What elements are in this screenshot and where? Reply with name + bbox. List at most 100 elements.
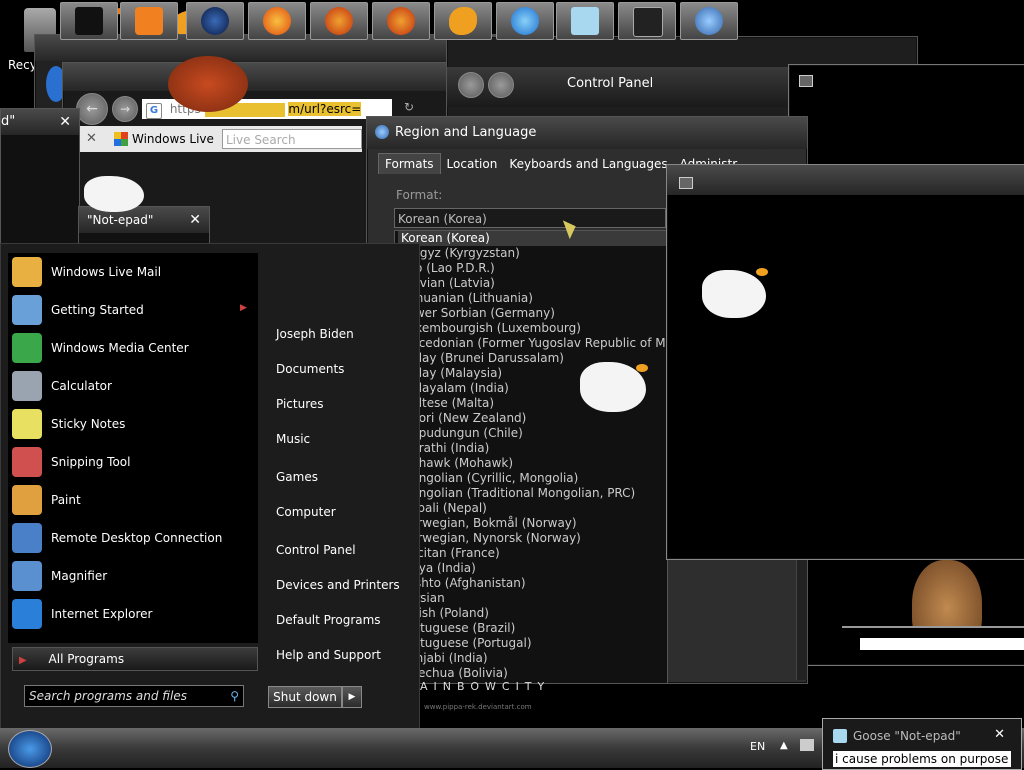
goldfish-icon	[449, 7, 477, 35]
start-program-item[interactable]: Sticky Notes	[8, 405, 258, 443]
goose-sprite	[702, 270, 766, 318]
right-window-front[interactable]	[666, 164, 1024, 560]
format-option[interactable]: Portuguese (Brazil)	[398, 621, 667, 636]
start-right-item[interactable]: Music	[276, 432, 310, 446]
format-option[interactable]: Norwegian, Bokmål (Norway)	[398, 516, 667, 531]
format-option[interactable]: Pashto (Afghanistan)	[398, 576, 667, 591]
start-program-item[interactable]: Internet Explorer	[8, 595, 258, 633]
taskbar-app-p2[interactable]	[372, 2, 430, 40]
taskbar-terminal[interactable]	[60, 2, 118, 40]
start-program-item[interactable]: Remote Desktop Connection	[8, 519, 258, 557]
taskbar-ie[interactable]	[496, 2, 554, 40]
tab-keyboards[interactable]: Keyboards and Languages	[503, 154, 673, 174]
format-option[interactable]: Occitan (France)	[398, 546, 667, 561]
language-indicator[interactable]: EN	[750, 740, 765, 753]
right-front-titlebar[interactable]	[667, 165, 1024, 195]
start-right-item[interactable]: Control Panel	[276, 543, 356, 557]
small-window-1-titlebar[interactable]: d" ✕	[1, 109, 79, 135]
start-right-item[interactable]: Help and Support	[276, 648, 381, 662]
taskbar-globe[interactable]	[186, 2, 244, 40]
format-option[interactable]: Kyrgyz (Kyrgyzstan)	[398, 246, 667, 261]
format-option[interactable]: Norwegian, Nynorsk (Norway)	[398, 531, 667, 546]
format-option[interactable]: Lower Sorbian (Germany)	[398, 306, 667, 321]
start-right-item[interactable]: Games	[276, 470, 318, 484]
region-dialog-title: Region and Language	[395, 125, 537, 140]
region-dialog-titlebar[interactable]: Region and Language	[367, 117, 807, 149]
all-programs-button[interactable]: ▶ All Programs	[12, 647, 258, 671]
format-option[interactable]: Punjabi (India)	[398, 651, 667, 666]
format-option[interactable]: Luxembourgish (Luxembourg)	[398, 321, 667, 336]
start-search-input[interactable]: Search programs and files ⚲	[24, 685, 244, 707]
start-right-item[interactable]: Computer	[276, 505, 336, 519]
format-option[interactable]: Mongolian (Cyrillic, Mongolia)	[398, 471, 667, 486]
goose-notification[interactable]: Goose "Not-epad" ✕ i cause problems on p…	[822, 718, 1022, 770]
refresh-icon[interactable]: ↻	[404, 100, 414, 114]
wallpaper-banner: AINBOWCITY	[420, 680, 551, 693]
tab-formats[interactable]: Formats	[378, 153, 441, 174]
format-option[interactable]: Macedonian (Former Yugoslav Republic of …	[398, 336, 667, 351]
close-icon[interactable]: ✕	[994, 727, 1005, 742]
start-program-item[interactable]: Paint	[8, 481, 258, 519]
notepad-window[interactable]: "Not-epad" ✕	[78, 206, 210, 248]
start-right-item[interactable]: Joseph Biden	[276, 327, 354, 341]
start-program-item[interactable]: Windows Media Center	[8, 329, 258, 367]
close-icon[interactable]: ✕	[59, 109, 71, 135]
taskbar-window[interactable]	[618, 2, 676, 40]
network-icon[interactable]	[800, 739, 814, 751]
format-option[interactable]: Oriya (India)	[398, 561, 667, 576]
getting-started-arrow-icon[interactable]: ▶	[240, 303, 247, 313]
forward-button[interactable]: →	[112, 96, 138, 122]
format-dropdown-list[interactable]: Korean (Korea) Kyrgyz (Kyrgyzstan) Lao (La…	[394, 230, 668, 684]
start-right-item[interactable]: Devices and Printers	[276, 578, 400, 592]
format-option[interactable]: Persian	[398, 591, 667, 606]
close-icon[interactable]: ✕	[189, 207, 201, 233]
format-option[interactable]: Latvian (Latvia)	[398, 276, 667, 291]
tab-location[interactable]: Location	[441, 154, 504, 174]
format-option[interactable]: Marathi (India)	[398, 441, 667, 456]
format-option[interactable]: Korean (Korea)	[398, 231, 667, 246]
start-program-item[interactable]: Calculator	[8, 367, 258, 405]
start-program-item[interactable]: Snipping Tool	[8, 443, 258, 481]
cp-back-button[interactable]	[458, 72, 484, 98]
start-right-item[interactable]: Pictures	[276, 397, 324, 411]
program-label: Calculator	[51, 379, 112, 393]
format-option[interactable]: Malay (Brunei Darussalam)	[398, 351, 667, 366]
taskbar-notepad[interactable]	[556, 2, 614, 40]
format-option[interactable]: Lao (Lao P.D.R.)	[398, 261, 667, 276]
format-option[interactable]: Mongolian (Traditional Mongolian, PRC)	[398, 486, 667, 501]
tab-windows-live[interactable]: Windows Live	[132, 132, 214, 146]
format-option[interactable]: Nepali (Nepal)	[398, 501, 667, 516]
notepad-titlebar[interactable]: "Not-epad" ✕	[79, 207, 209, 233]
start-program-item[interactable]: Windows Live Mail	[8, 253, 258, 291]
format-option[interactable]: Polish (Poland)	[398, 606, 667, 621]
format-combobox[interactable]: Korean (Korea)	[394, 208, 666, 228]
format-option[interactable]: Quechua (Bolivia)	[398, 666, 667, 681]
program-label: Getting Started	[51, 303, 144, 317]
format-option[interactable]: Mohawk (Mohawk)	[398, 456, 667, 471]
taskbar-media-player[interactable]	[120, 2, 178, 40]
cp-forward-button[interactable]	[488, 72, 514, 98]
taskbar-control-panel[interactable]	[680, 2, 738, 40]
url-text: m/url?esrc=	[288, 102, 362, 116]
small-window-1[interactable]: d" ✕	[0, 108, 80, 246]
format-option[interactable]: Lithuanian (Lithuania)	[398, 291, 667, 306]
taskbar-app-p1[interactable]	[310, 2, 368, 40]
format-option[interactable]: Portuguese (Portugal)	[398, 636, 667, 651]
start-right-item[interactable]: Default Programs	[276, 613, 381, 627]
taskbar-firefox[interactable]	[248, 2, 306, 40]
taskbar-goldfish[interactable]	[434, 2, 492, 40]
program-label: Magnifier	[51, 569, 108, 583]
start-right-item[interactable]: Documents	[276, 362, 344, 376]
start-program-item[interactable]: Getting Started	[8, 291, 258, 329]
tray-up-arrow-icon[interactable]: ▲	[780, 740, 788, 751]
format-option[interactable]: Maori (New Zealand)	[398, 411, 667, 426]
tab-close-icon[interactable]: ✕	[86, 131, 97, 146]
back-button[interactable]: ←	[76, 93, 108, 125]
start-orb-button[interactable]	[8, 730, 52, 768]
start-program-item[interactable]: Magnifier	[8, 557, 258, 595]
format-option[interactable]: Mapudungun (Chile)	[398, 426, 667, 441]
shutdown-options-arrow-icon[interactable]: ▶	[342, 686, 362, 708]
shutdown-button[interactable]: Shut down	[268, 686, 342, 708]
browser-titlebar[interactable]	[63, 63, 463, 91]
live-search-input[interactable]: Live Search	[222, 129, 362, 149]
